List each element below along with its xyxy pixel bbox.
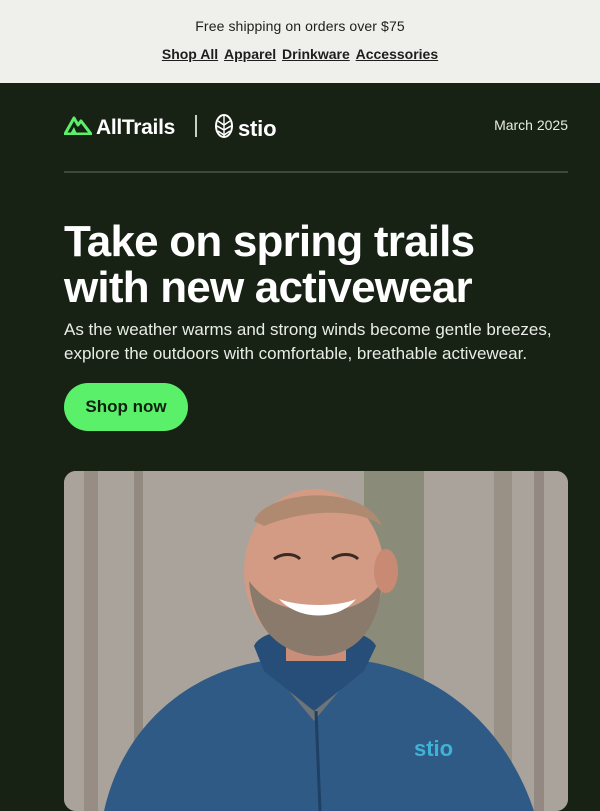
subtext-line-2: explore the outdoors with comfortable, b… bbox=[64, 344, 528, 363]
category-nav: Shop All Apparel Drinkware Accessories bbox=[0, 46, 600, 62]
alltrails-logo[interactable]: AllTrails bbox=[63, 115, 176, 140]
logo-divider bbox=[195, 115, 197, 137]
mountain-icon bbox=[63, 115, 93, 140]
jacket-logo: stio bbox=[414, 736, 453, 761]
header-divider bbox=[64, 171, 568, 173]
pinecone-icon bbox=[214, 113, 234, 144]
hero-photo-illustration: stio bbox=[64, 471, 568, 811]
hero-section: AllTrails stio March 2025 Take on spring… bbox=[0, 83, 600, 811]
nav-link-accessories[interactable]: Accessories bbox=[356, 46, 439, 62]
issue-date: March 2025 bbox=[494, 117, 568, 133]
alltrails-wordmark: AllTrails bbox=[96, 115, 176, 139]
shipping-notice: Free shipping on orders over $75 bbox=[195, 18, 405, 34]
headline-line-2: with new activewear bbox=[64, 263, 473, 312]
stio-wordmark: stio bbox=[238, 115, 277, 141]
promo-bar: Free shipping on orders over $75 Shop Al… bbox=[0, 0, 600, 83]
brand-header: AllTrails stio March 2025 bbox=[63, 113, 568, 144]
subtext-line-1: As the weather warms and strong winds be… bbox=[64, 320, 552, 339]
stio-logo[interactable]: stio bbox=[214, 113, 277, 144]
hero-photo[interactable]: stio bbox=[64, 471, 568, 811]
shop-now-button[interactable]: Shop now bbox=[64, 383, 188, 431]
nav-link-shop-all[interactable]: Shop All bbox=[162, 46, 218, 62]
hero-subtext: As the weather warms and strong winds be… bbox=[64, 318, 564, 366]
hero-headline: Take on spring trails with new activewea… bbox=[64, 219, 564, 311]
nav-link-drinkware[interactable]: Drinkware bbox=[282, 46, 350, 62]
headline-line-1: Take on spring trails bbox=[64, 217, 475, 266]
nav-link-apparel[interactable]: Apparel bbox=[224, 46, 276, 62]
